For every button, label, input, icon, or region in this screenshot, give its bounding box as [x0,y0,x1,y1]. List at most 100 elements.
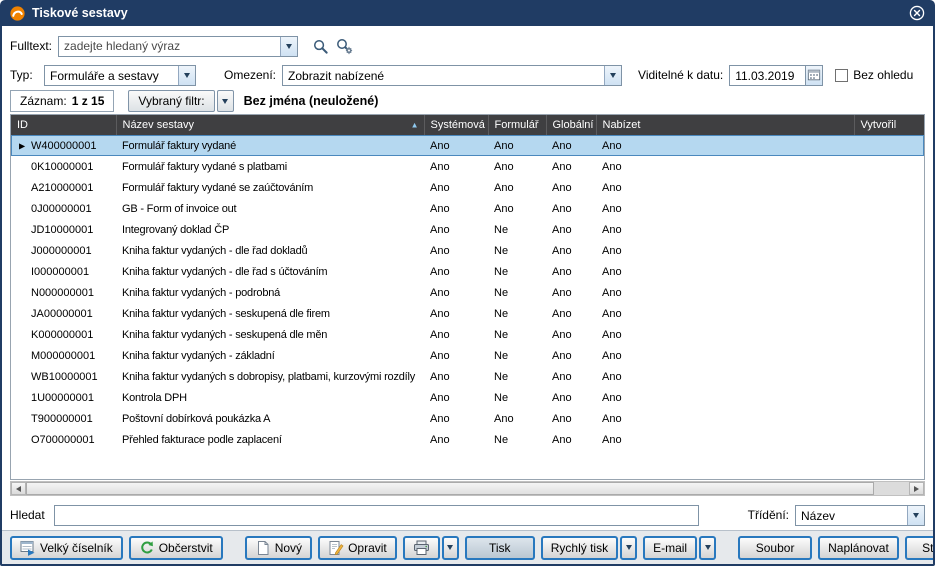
cell-offer: Ano [596,240,854,261]
cell-form: Ano [488,198,546,219]
fulltext-settings-button[interactable] [335,37,354,55]
toolbar-dropdown-rychly-tisk[interactable] [620,536,637,560]
table-row[interactable]: 0K10000001Formulář faktury vydané s plat… [11,156,924,177]
column-header-globalni[interactable]: Globální [546,115,596,135]
cell-name: Kniha faktur vydaných - základní [116,345,424,366]
table-row[interactable]: N000000001Kniha faktur vydaných - podrob… [11,282,924,303]
scrollbar-track[interactable] [26,482,909,495]
filter-dropdown-button[interactable] [217,90,234,112]
cell-system: Ano [424,240,488,261]
cell-form: Ne [488,303,546,324]
calendar-button[interactable] [805,65,823,86]
column-header-systemova[interactable]: Systémová [424,115,488,135]
chevron-down-icon [222,99,228,104]
toolbar-button-tisk-nastaveni[interactable] [403,536,440,560]
toolbar-group-velky-ciselnik: Velký číselník [10,536,123,560]
fulltext-dropdown-button[interactable] [280,37,297,56]
cell-global: Ano [546,324,596,345]
cell-global: Ano [546,345,596,366]
toolbar-button-tisk[interactable]: Tisk [465,536,535,560]
reports-table: ID Název sestavy▲ Systémová Formulář Glo… [10,114,925,480]
cell-name: Přehled fakturace podle zaplacení [116,429,424,450]
close-button[interactable] [909,5,925,21]
search-button[interactable] [312,38,329,55]
column-header-nazev[interactable]: Název sestavy▲ [116,115,424,135]
table-row[interactable]: O700000001Přehled fakturace podle zaplac… [11,429,924,450]
cell-name: GB - Form of invoice out [116,198,424,219]
sort-ascending-icon: ▲ [411,121,419,130]
hledat-input[interactable] [54,505,699,526]
bez-ohledu-checkbox[interactable] [835,69,848,82]
scrollbar-thumb[interactable] [26,482,874,495]
table-row[interactable]: WB10000001Kniha faktur vydaných s dobrop… [11,366,924,387]
toolbar-group-obcerstvit: Občerstvit [129,536,223,560]
sort-select[interactable]: Název [795,505,925,526]
toolbar-dropdown-email[interactable] [699,536,716,560]
cell-form: Ano [488,135,546,156]
toolbar-button-label: Soubor [756,541,795,555]
table-row[interactable]: A210000001Formulář faktury vydané se zaú… [11,177,924,198]
cell-name: Formulář faktury vydané se zaúčtováním [116,177,424,198]
cell-id: JA00000001 [11,303,116,324]
column-header-nabizet[interactable]: Nabízet [596,115,854,135]
cell-created [854,366,924,387]
toolbar-group-soubor: Soubor [738,536,812,560]
selected-filter-button[interactable]: Vybraný filtr: [128,90,214,112]
toolbar-button-opravit[interactable]: Opravit [318,536,397,560]
table-row[interactable]: J000000001Kniha faktur vydaných - dle řa… [11,240,924,261]
restriction-select[interactable]: Zobrazit nabízené [282,65,622,86]
toolbar-button-label: Opravit [348,541,387,555]
restriction-dropdown-button[interactable] [604,66,621,85]
toolbar-button-naplanovat[interactable]: Naplánovat [818,536,899,560]
toolbar-button-email[interactable]: E-mail [643,536,697,560]
scroll-left-button[interactable] [11,482,26,495]
toolbar-button-obcerstvit[interactable]: Občerstvit [129,536,223,560]
table-row[interactable]: 1U00000001Kontrola DPHAnoNeAnoAno [11,387,924,408]
cell-system: Ano [424,345,488,366]
chevron-down-icon [705,545,711,550]
sort-dropdown-button[interactable] [907,506,924,525]
cell-global: Ano [546,303,596,324]
cell-created [854,135,924,156]
table-row[interactable]: T900000001Poštovní dobírková poukázka AA… [11,408,924,429]
scroll-right-button[interactable] [909,482,924,495]
cell-global: Ano [546,408,596,429]
fulltext-input[interactable] [59,37,280,56]
type-dropdown-button[interactable] [178,66,195,85]
table-row[interactable]: I000000001Kniha faktur vydaných - dle řa… [11,261,924,282]
grid-icon [20,540,36,556]
cell-name: Kniha faktur vydaných - podrobná [116,282,424,303]
toolbar-button-soubor[interactable]: Soubor [738,536,812,560]
printer-icon [413,540,430,556]
chevron-down-icon [184,73,190,78]
table-row[interactable]: K000000001Kniha faktur vydaných - seskup… [11,324,924,345]
table-row[interactable]: JD10000001Integrovaný doklad ČPAnoNeAnoA… [11,219,924,240]
cell-system: Ano [424,198,488,219]
visible-date-field[interactable]: 11.03.2019 [729,65,805,86]
table-row[interactable]: M000000001Kniha faktur vydaných - základ… [11,345,924,366]
table-row[interactable]: ▶W400000001Formulář faktury vydanéAnoAno… [11,135,924,156]
cell-system: Ano [424,366,488,387]
cell-form: Ne [488,219,546,240]
column-header-id[interactable]: ID [11,115,116,135]
cell-global: Ano [546,282,596,303]
toolbar-dropdown-tisk-nastaveni[interactable] [442,536,459,560]
cell-id: O700000001 [11,429,116,450]
table-row[interactable]: 0J00000001GB - Form of invoice outAnoAno… [11,198,924,219]
toolbar-button-rychly-tisk[interactable]: Rychlý tisk [541,536,618,560]
cell-system: Ano [424,303,488,324]
horizontal-scrollbar [10,481,925,496]
toolbar-group-tisk: Tisk [465,536,535,560]
toolbar-button-velky-ciselnik[interactable]: Velký číselník [10,536,123,560]
toolbar-button-novy[interactable]: Nový [245,536,312,560]
cell-id: 0K10000001 [11,156,116,177]
cell-system: Ano [424,261,488,282]
cell-id: ▶W400000001 [11,135,116,156]
table-row[interactable]: JA00000001Kniha faktur vydaných - seskup… [11,303,924,324]
toolbar-button-storno[interactable]: Storno [905,536,933,560]
column-header-vytvoril[interactable]: Vytvořil [854,115,924,135]
column-header-formular[interactable]: Formulář [488,115,546,135]
titlebar: Tiskové sestavy [2,0,933,26]
cell-global: Ano [546,156,596,177]
type-select[interactable]: Formuláře a sestavy [44,65,196,86]
